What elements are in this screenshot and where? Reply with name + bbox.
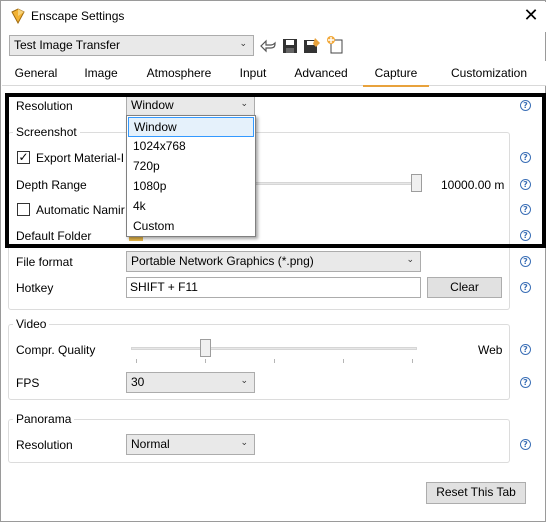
hotkey-label: Hotkey (16, 281, 54, 295)
dropdown-option-4k[interactable]: 4k (128, 197, 254, 217)
save-icon[interactable] (281, 37, 299, 55)
panorama-group (8, 419, 510, 463)
enscape-logo-icon (10, 8, 26, 24)
slider-tick (205, 359, 206, 363)
preset-select[interactable]: Test Image Transfer ⌄ (9, 35, 254, 56)
compr-quality-slider-thumb[interactable] (199, 339, 211, 357)
dropdown-option-1080p[interactable]: 1080p (128, 177, 254, 197)
tab-atmosphere[interactable]: Atmosphere (139, 63, 219, 87)
panorama-resolution-value: Normal (131, 437, 170, 451)
tab-advanced[interactable]: Advanced (287, 63, 355, 87)
tab-input[interactable]: Input (231, 63, 275, 87)
chevron-down-icon: ⌄ (239, 39, 247, 49)
settings-window: Enscape Settings ✕ Test Image Transfer ⌄ (0, 0, 546, 522)
help-icon[interactable]: ? (520, 377, 531, 388)
slider-tick (136, 359, 137, 363)
save-as-icon[interactable] (303, 37, 321, 55)
dropdown-option-1024x768[interactable]: 1024x768 (128, 137, 254, 157)
chevron-down-icon: ⌄ (240, 376, 248, 386)
window-title: Enscape Settings (31, 9, 125, 23)
slider-tick (343, 359, 344, 363)
dropdown-option-720p[interactable]: 720p (128, 157, 254, 177)
tab-image[interactable]: Image (77, 63, 125, 87)
preset-value: Test Image Transfer (14, 38, 121, 52)
chevron-down-icon: ⌄ (240, 438, 248, 448)
clear-hotkey-button[interactable]: Clear (427, 277, 502, 298)
file-format-value: Portable Network Graphics (*.png) (131, 254, 314, 268)
tab-general[interactable]: General (9, 63, 63, 87)
panorama-resolution-label: Resolution (16, 438, 73, 452)
slider-tick (412, 359, 413, 363)
undo-icon[interactable] (259, 37, 277, 55)
fps-select[interactable]: 30 ⌄ (126, 372, 255, 393)
fps-value: 30 (131, 375, 145, 389)
help-icon[interactable]: ? (520, 256, 531, 267)
fps-label: FPS (16, 376, 40, 390)
dropdown-option-window[interactable]: Window (128, 117, 254, 137)
file-format-label: File format (16, 255, 73, 269)
slider-tick (274, 359, 275, 363)
tab-capture[interactable]: Capture (363, 63, 429, 87)
dropdown-option-custom[interactable]: Custom (128, 217, 254, 237)
hotkey-input[interactable]: SHIFT + F11 (126, 277, 421, 298)
panorama-resolution-select[interactable]: Normal ⌄ (126, 434, 255, 455)
file-format-select[interactable]: Portable Network Graphics (*.png) ⌄ (126, 251, 421, 272)
help-icon[interactable]: ? (520, 282, 531, 293)
highlight-frame (5, 93, 546, 248)
resolution-dropdown-list: Window 1024x768 720p 1080p 4k Custom (126, 115, 256, 237)
help-icon[interactable]: ? (520, 344, 531, 355)
new-preset-icon[interactable] (325, 35, 345, 55)
help-icon[interactable]: ? (520, 439, 531, 450)
compr-quality-label: Compr. Quality (16, 343, 96, 357)
panorama-group-title: Panorama (13, 412, 75, 426)
chevron-down-icon: ⌄ (406, 255, 414, 265)
reset-tab-button[interactable]: Reset This Tab (426, 482, 526, 504)
compr-quality-slider-track[interactable] (131, 347, 417, 350)
close-button[interactable]: ✕ (519, 4, 543, 28)
compr-quality-value: Web (478, 343, 503, 357)
compr-quality-ticks (131, 359, 417, 363)
tab-customization[interactable]: Customization (439, 63, 539, 87)
video-group-title: Video (13, 317, 50, 331)
